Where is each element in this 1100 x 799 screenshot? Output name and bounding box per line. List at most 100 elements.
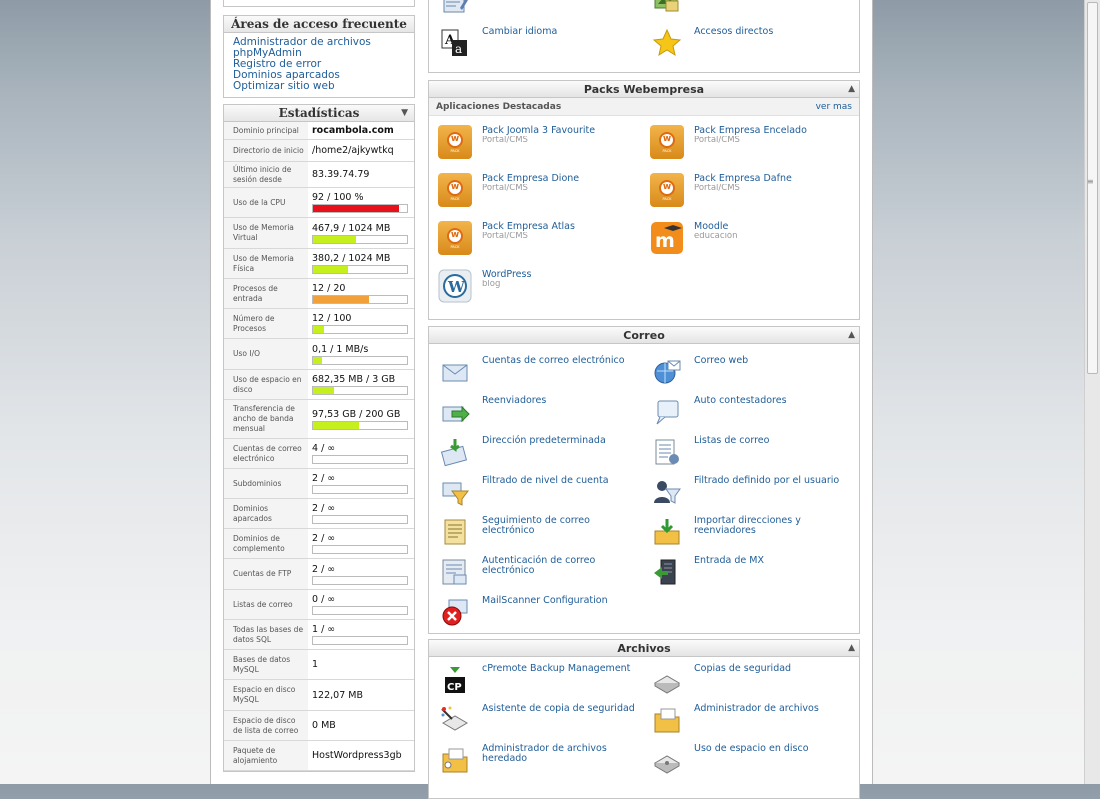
item-label[interactable]: Administrador de archivos [694,704,819,714]
item-label[interactable]: Dirección predeterminada [482,436,606,446]
item-label[interactable]: Importar direcciones y reenviadores [694,516,855,536]
collapse-arrow-icon[interactable]: ▼ [401,105,408,122]
files-item-backup[interactable]: Copias de seguridad [650,663,855,697]
collapse-arrow-icon[interactable]: ▲ [848,81,855,98]
item-label[interactable]: Filtrado definido por el usuario [694,476,839,486]
stats-value-cell: 92 / 100 % [308,188,414,217]
item-label[interactable]: Cambiar idioma [482,27,557,37]
item-label[interactable]: Pack Empresa Atlas [482,222,575,232]
stats-label: Uso de espacio en disco [224,370,308,399]
stats-label: Uso de Memoria Física [224,249,308,278]
item-text: Administrador de archivos [694,703,819,737]
files-item-backup-wizard[interactable]: Asistente de copia de seguridad [438,703,643,737]
item-label[interactable]: Accesos directos [694,27,773,37]
item-label[interactable]: Administrador de archivos heredado [482,744,643,764]
stats-row: Dominios de complemento2 / ∞ [224,529,414,559]
app-item-pack-empresa-encelado[interactable]: wPACKPack Empresa EnceladoPortal/CMS [650,125,855,159]
item-text: Autenticación de correo electrónico [482,555,643,589]
packs-title[interactable]: Packs Webempresa ▲ [429,81,859,98]
scrollbar-thumb[interactable] [1087,2,1098,374]
item-label[interactable]: Moodle [694,222,738,232]
mail-accounts-icon [438,355,472,389]
mail-item-mail-accounts[interactable]: Cuentas de correo electrónico [438,355,643,389]
item-text: Pack Empresa DionePortal/CMS [482,173,579,207]
quick-access-link[interactable]: Optimizar sitio web [233,81,405,92]
pref-item-language[interactable]: AaCambiar idioma [438,26,643,60]
mail-item-mx-entry[interactable]: Entrada de MX [650,555,855,589]
packs-panel: Packs Webempresa ▲ Aplicaciones Destacad… [428,80,860,320]
item-label[interactable]: Pack Empresa Dione [482,174,579,184]
stats-title-text: Estadísticas [279,106,360,120]
mail-item-import[interactable]: Importar direcciones y reenviadores [650,515,855,549]
stats-value: 12 / 20 [312,283,410,294]
stats-title[interactable]: Estadísticas ▼ [224,105,414,122]
files-item-file-manager[interactable]: Administrador de archivos [650,703,855,737]
window-scrollbar[interactable]: ≡ [1084,0,1100,784]
stats-value: rocambola.com [312,125,410,136]
item-label[interactable]: Uso de espacio en disco [694,744,809,754]
collapse-arrow-icon[interactable]: ▲ [848,327,855,344]
item-category: Portal/CMS [482,232,575,240]
app-item-pack-empresa-dafne[interactable]: wPACKPack Empresa DafnePortal/CMS [650,173,855,207]
item-label[interactable]: cPremote Backup Management [482,664,630,674]
item-label[interactable]: MailScanner Configuration [482,596,608,606]
files-item-cp-backup[interactable]: CPcPremote Backup Management [438,663,643,697]
mail-item-autoresponders[interactable]: Auto contestadores [650,395,855,429]
usage-bar-fill [313,205,399,212]
mail-item-webmail[interactable]: Correo web [650,355,855,389]
mail-item-mailing-lists[interactable]: Listas de correo [650,435,855,469]
item-label[interactable]: Correo web [694,356,748,366]
files-title[interactable]: Archivos ▲ [429,640,859,657]
see-more-link[interactable]: ver mas [816,102,852,112]
files-item-legacy-file-manager[interactable]: Administrador de archivos heredado [438,743,643,777]
item-label[interactable]: Filtrado de nivel de cuenta [482,476,609,486]
webmail-icon [650,355,684,389]
item-label[interactable]: Auto contestadores [694,396,787,406]
item-text: Uso de espacio en disco [694,743,809,777]
app-item-pack-empresa-dione[interactable]: wPACKPack Empresa DionePortal/CMS [438,173,643,207]
pref-item-contact[interactable]: contacto [438,0,643,20]
mail-item-mail-tracking[interactable]: Seguimiento de correo electrónico [438,515,643,549]
mail-item-account-filter[interactable]: Filtrado de nivel de cuenta [438,475,643,509]
item-label[interactable]: Pack Joomla 3 Favourite [482,126,595,136]
app-item-pack-empresa-atlas[interactable]: wPACKPack Empresa AtlasPortal/CMS [438,221,643,255]
mail-title[interactable]: Correo ▲ [429,327,859,344]
item-label[interactable]: Pack Empresa Dafne [694,174,792,184]
wordpress-logo-icon: W [438,269,472,303]
autoresponders-icon [650,395,684,429]
item-label[interactable]: Cuentas de correo electrónico [482,356,625,366]
svg-text:W: W [447,278,466,296]
files-item-disk-usage[interactable]: Uso de espacio en disco [650,743,855,777]
pref-item-theme[interactable] [650,0,855,20]
stats-value-cell: 97,53 GB / 200 GB [308,400,414,438]
moodle-logo-icon: m [650,221,684,255]
mail-item-user-filter[interactable]: Filtrado definido por el usuario [650,475,855,509]
item-label[interactable]: Entrada de MX [694,556,764,566]
collapse-arrow-icon[interactable]: ▲ [848,640,855,657]
mail-item-mailscanner[interactable]: MailScanner Configuration [438,595,643,629]
app-item-pack-joomla-3-favourite[interactable]: wPACKPack Joomla 3 FavouritePortal/CMS [438,125,643,159]
item-label[interactable]: Pack Empresa Encelado [694,126,807,136]
stats-label: Dominio principal [224,122,308,139]
item-label[interactable]: Listas de correo [694,436,769,446]
pref-item-star[interactable]: Accesos directos [650,26,855,60]
item-label[interactable]: Reenviadores [482,396,546,406]
app-item-wordpress[interactable]: WWordPressblog [438,269,643,303]
stats-value-cell: 2 / ∞ [308,469,414,498]
item-label[interactable]: Seguimiento de correo electrónico [482,516,643,536]
item-label[interactable]: Autenticación de correo electrónico [482,556,643,576]
item-label[interactable]: Copias de seguridad [694,664,791,674]
star-icon [650,26,684,60]
stats-value: 380,2 / 1024 MB [312,253,410,264]
mail-item-forwarders[interactable]: Reenviadores [438,395,643,429]
mail-item-default-address[interactable]: Dirección predeterminada [438,435,643,469]
app-item-moodle[interactable]: mMoodleeducación [650,221,855,255]
item-text: Cambiar idioma [482,26,557,60]
stats-value-cell: 4 / ∞ [308,439,414,468]
user-filter-icon [650,475,684,509]
item-label[interactable]: Asistente de copia de seguridad [482,704,635,714]
item-label[interactable]: WordPress [482,270,531,280]
mail-item-mail-auth[interactable]: Autenticación de correo electrónico [438,555,643,589]
stats-value: 4 / ∞ [312,443,410,454]
stats-value: 2 / ∞ [312,564,410,575]
